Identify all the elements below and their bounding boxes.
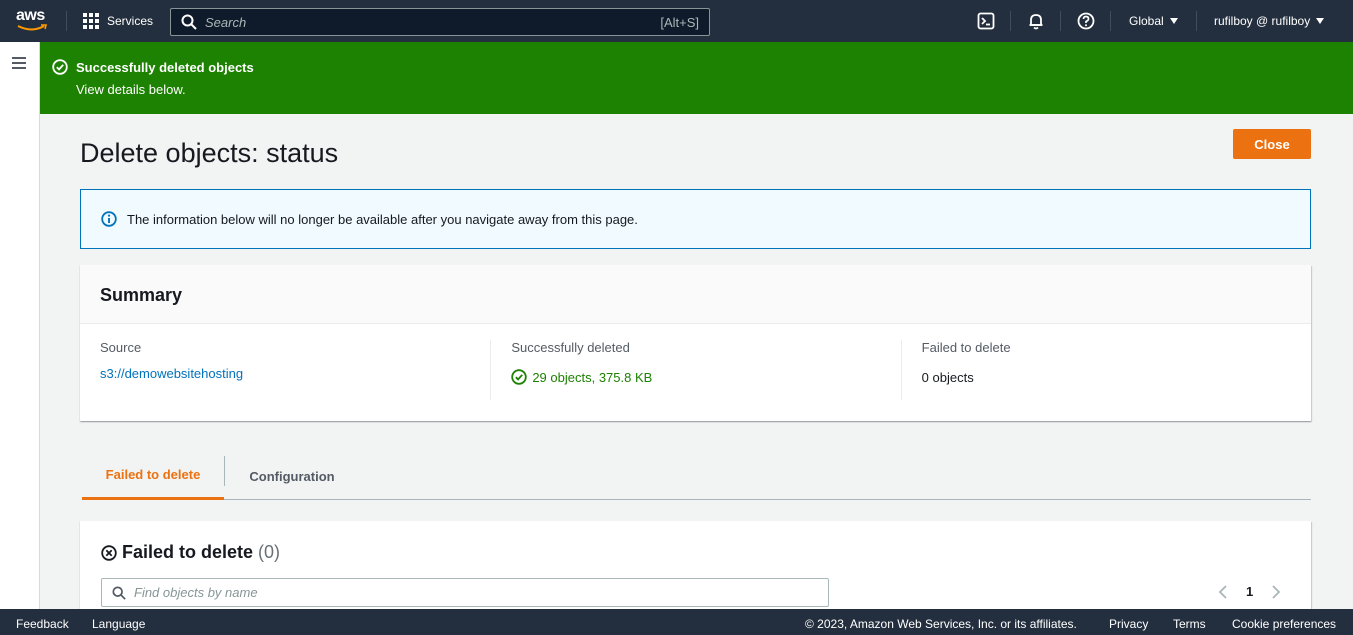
summary-heading: Summary xyxy=(80,265,1311,324)
caret-down-icon xyxy=(1316,18,1325,24)
account-menu[interactable]: rufilboy @ rufilboy xyxy=(1214,14,1325,28)
services-menu[interactable]: Services xyxy=(83,13,153,29)
feedback-link[interactable]: Feedback xyxy=(16,617,69,631)
search-icon xyxy=(112,585,126,600)
success-flashbar: Successfully deleted objects View detail… xyxy=(40,42,1353,114)
footer: Feedback Language © 2023, Amazon Web Ser… xyxy=(0,609,1353,635)
cloudshell-icon[interactable] xyxy=(977,12,995,30)
bell-icon[interactable] xyxy=(1027,12,1045,30)
nav-divider xyxy=(1060,11,1061,31)
failed-panel-title: Failed to delete (0) xyxy=(101,542,280,563)
deleted-label: Successfully deleted xyxy=(511,340,630,355)
check-circle-icon xyxy=(52,59,68,75)
aws-logo[interactable]: aws xyxy=(16,8,50,34)
failed-value: 0 objects xyxy=(921,370,974,385)
region-label: Global xyxy=(1129,14,1164,28)
summary-deleted: Successfully deleted 29 objects, 375.8 K… xyxy=(490,340,900,400)
find-objects-input[interactable] xyxy=(134,585,828,600)
copyright-text: © 2023, Amazon Web Services, Inc. or its… xyxy=(805,617,1077,631)
region-selector[interactable]: Global xyxy=(1129,14,1178,28)
grid-icon xyxy=(83,13,99,29)
failed-label: Failed to delete xyxy=(921,340,1011,355)
page-number[interactable]: 1 xyxy=(1246,584,1253,599)
failed-objects-panel: Failed to delete (0) 1 xyxy=(80,521,1311,609)
error-circle-icon xyxy=(101,544,117,561)
nav-divider xyxy=(1010,11,1011,31)
close-button[interactable]: Close xyxy=(1233,129,1311,159)
flash-subtitle: View details below. xyxy=(76,82,186,97)
failed-panel-title-text: Failed to delete xyxy=(122,542,254,562)
language-link[interactable]: Language xyxy=(92,617,145,631)
search-icon xyxy=(181,14,197,30)
info-alert: The information below will no longer be … xyxy=(80,189,1311,249)
flash-title: Successfully deleted objects xyxy=(76,60,254,75)
info-icon xyxy=(101,211,117,227)
tab-configuration[interactable]: Configuration xyxy=(225,452,359,500)
page-title: Delete objects: status xyxy=(80,138,339,168)
failed-count: (0) xyxy=(258,542,281,562)
side-navigation-rail xyxy=(0,42,40,609)
cookie-preferences-link[interactable]: Cookie preferences xyxy=(1232,617,1336,631)
terms-link[interactable]: Terms xyxy=(1173,617,1206,631)
aws-logo-text: aws xyxy=(16,7,45,24)
tab-bar: Failed to delete Configuration xyxy=(82,452,1311,500)
smile-icon xyxy=(17,24,48,31)
summary-source: Source s3://demowebsitehosting xyxy=(80,340,490,400)
summary-container: Summary Source s3://demowebsitehosting S… xyxy=(80,265,1311,421)
global-search[interactable]: [Alt+S] xyxy=(170,8,710,36)
deleted-status: 29 objects, 375.8 KB xyxy=(511,369,900,385)
deleted-value: 29 objects, 375.8 KB xyxy=(532,369,653,385)
help-icon[interactable] xyxy=(1077,12,1095,30)
find-objects-field[interactable] xyxy=(101,578,829,607)
menu-icon[interactable] xyxy=(12,57,26,69)
check-circle-icon xyxy=(511,369,528,385)
info-text: The information below will no longer be … xyxy=(127,211,638,227)
search-input[interactable] xyxy=(205,14,661,30)
summary-failed: Failed to delete 0 objects xyxy=(900,340,1311,400)
chevron-right-icon[interactable] xyxy=(1271,584,1281,599)
pagination: 1 xyxy=(1218,584,1281,599)
nav-divider xyxy=(66,11,67,31)
nav-divider xyxy=(1196,11,1197,31)
source-label: Source xyxy=(100,340,142,355)
services-label: Services xyxy=(107,14,154,28)
source-link[interactable]: s3://demowebsitehosting xyxy=(100,366,243,381)
summary-columns: Source s3://demowebsitehosting Successfu… xyxy=(80,324,1311,400)
caret-down-icon xyxy=(1169,18,1178,24)
chevron-left-icon[interactable] xyxy=(1218,584,1228,599)
nav-divider xyxy=(1110,11,1111,31)
account-label: rufilboy @ rufilboy xyxy=(1214,14,1311,28)
tab-failed-to-delete[interactable]: Failed to delete xyxy=(82,452,224,500)
top-navigation: aws Services [Alt+S] Global xyxy=(0,0,1353,42)
privacy-link[interactable]: Privacy xyxy=(1109,617,1148,631)
search-shortcut: [Alt+S] xyxy=(660,14,699,30)
